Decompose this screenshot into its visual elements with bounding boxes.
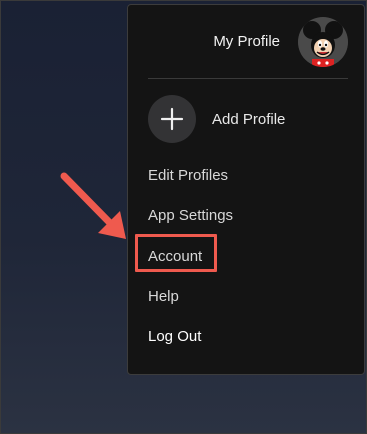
current-profile-row[interactable]: My Profile [128,5,364,75]
app-background: My Profile Add Profile Edit Profiles App… [0,0,367,434]
menu-item-edit-profiles[interactable]: Edit Profiles [148,167,228,184]
add-profile-label: Add Profile [212,111,286,128]
menu-item-log-out[interactable]: Log Out [148,328,201,345]
plus-glyph [160,107,184,131]
menu-item-help[interactable]: Help [148,288,179,305]
account-highlight-box [135,234,217,272]
mickey-mouse-avatar-icon[interactable] [298,17,348,67]
plus-icon[interactable] [148,95,196,143]
avatar-image [298,17,348,67]
profile-name: My Profile [213,33,280,50]
menu-item-app-settings[interactable]: App Settings [148,207,233,224]
menu-divider [148,78,348,79]
annotation-arrow-icon [60,172,126,239]
add-profile-button[interactable]: Add Profile [148,95,348,143]
profile-dropdown-menu: My Profile Add Profile Edit Profiles App… [127,4,365,375]
